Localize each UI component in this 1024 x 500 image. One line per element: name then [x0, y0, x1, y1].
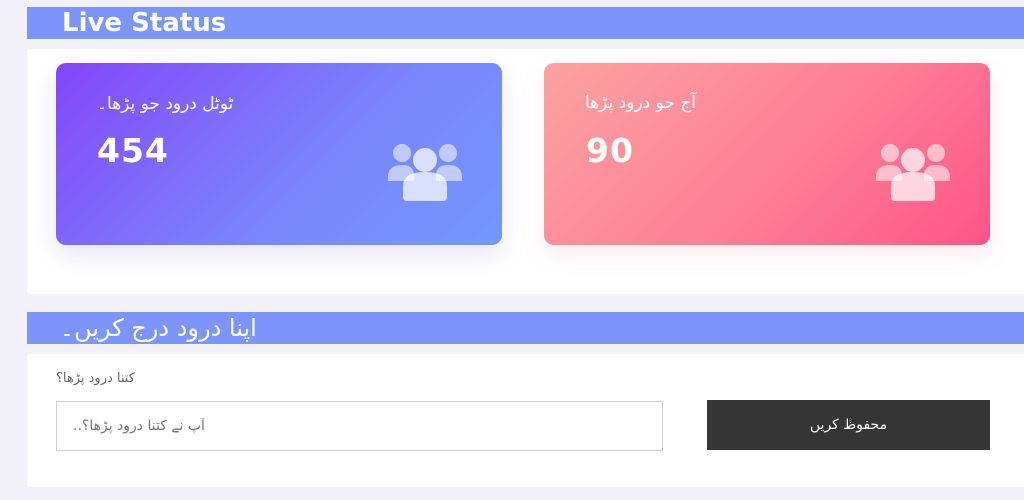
today-durood-value: 90 [586, 131, 634, 170]
entry-panel: کتنا درود پڑھا؟ محفوظ کریں [27, 354, 1024, 487]
users-icon [388, 144, 462, 201]
total-durood-value: 454 [97, 131, 169, 170]
entry-title: اپنا درود درج کریں۔ [60, 314, 257, 342]
durood-count-input[interactable] [56, 401, 663, 451]
users-icon [876, 144, 950, 201]
durood-count-label: کتنا درود پڑھا؟ [56, 371, 135, 386]
total-durood-card: ٹوٹل درود جو پڑھا۔ 454 [56, 63, 502, 245]
live-status-title: Live Status [62, 8, 227, 38]
save-button[interactable]: محفوظ کریں [707, 400, 990, 450]
live-status-header: Live Status [27, 7, 1024, 39]
live-status-panel: ٹوٹل درود جو پڑھا۔ 454 آج جو درود پڑھا 9… [27, 49, 1024, 294]
today-durood-card: آج جو درود پڑھا 90 [544, 63, 990, 245]
total-durood-label: ٹوٹل درود جو پڑھا۔ [97, 94, 234, 114]
today-durood-label: آج جو درود پڑھا [585, 93, 697, 113]
entry-header: اپنا درود درج کریں۔ [27, 312, 1024, 344]
page: Live Status ٹوٹل درود جو پڑھا۔ 454 آج جو… [0, 0, 1024, 500]
